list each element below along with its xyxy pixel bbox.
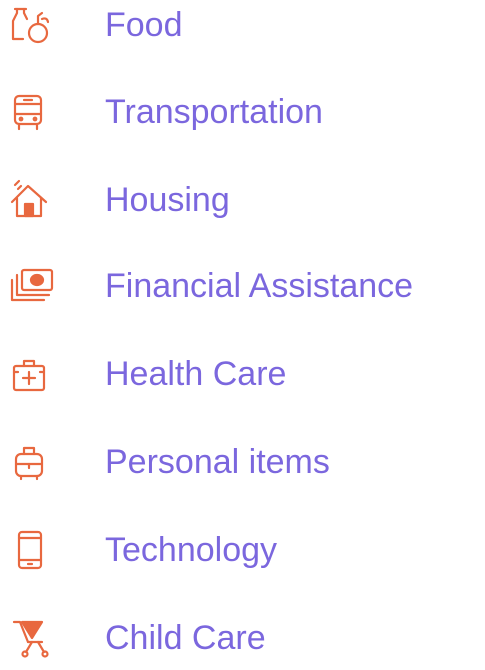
category-item-transportation[interactable]: Transportation bbox=[0, 82, 485, 142]
first-aid-kit-icon bbox=[8, 350, 58, 398]
category-item-child-care[interactable]: Child Care bbox=[0, 608, 485, 668]
category-label-financial-assistance: Financial Assistance bbox=[105, 267, 414, 305]
category-item-financial-assistance[interactable]: Financial Assistance bbox=[0, 256, 485, 316]
money-icon bbox=[8, 262, 58, 310]
food-icon bbox=[8, 1, 58, 49]
category-label-food: Food bbox=[105, 6, 183, 44]
category-item-technology[interactable]: Technology bbox=[0, 520, 485, 580]
category-label-child-care: Child Care bbox=[105, 619, 266, 657]
phone-icon bbox=[8, 526, 58, 574]
category-label-technology: Technology bbox=[105, 531, 278, 569]
category-item-housing[interactable]: Housing bbox=[0, 170, 485, 230]
bus-icon bbox=[8, 88, 58, 136]
stroller-icon bbox=[8, 614, 58, 662]
category-item-food[interactable]: Food bbox=[0, 0, 485, 55]
category-label-transportation: Transportation bbox=[105, 93, 323, 131]
category-label-personal-items: Personal items bbox=[105, 443, 330, 481]
category-list: Food Transportation Housing Financial As… bbox=[0, 0, 485, 670]
house-icon bbox=[8, 176, 58, 224]
category-item-health-care[interactable]: Health Care bbox=[0, 344, 485, 404]
category-item-personal-items[interactable]: Personal items bbox=[0, 432, 485, 492]
category-label-health-care: Health Care bbox=[105, 355, 287, 393]
luggage-icon bbox=[8, 438, 58, 486]
category-label-housing: Housing bbox=[105, 181, 230, 219]
